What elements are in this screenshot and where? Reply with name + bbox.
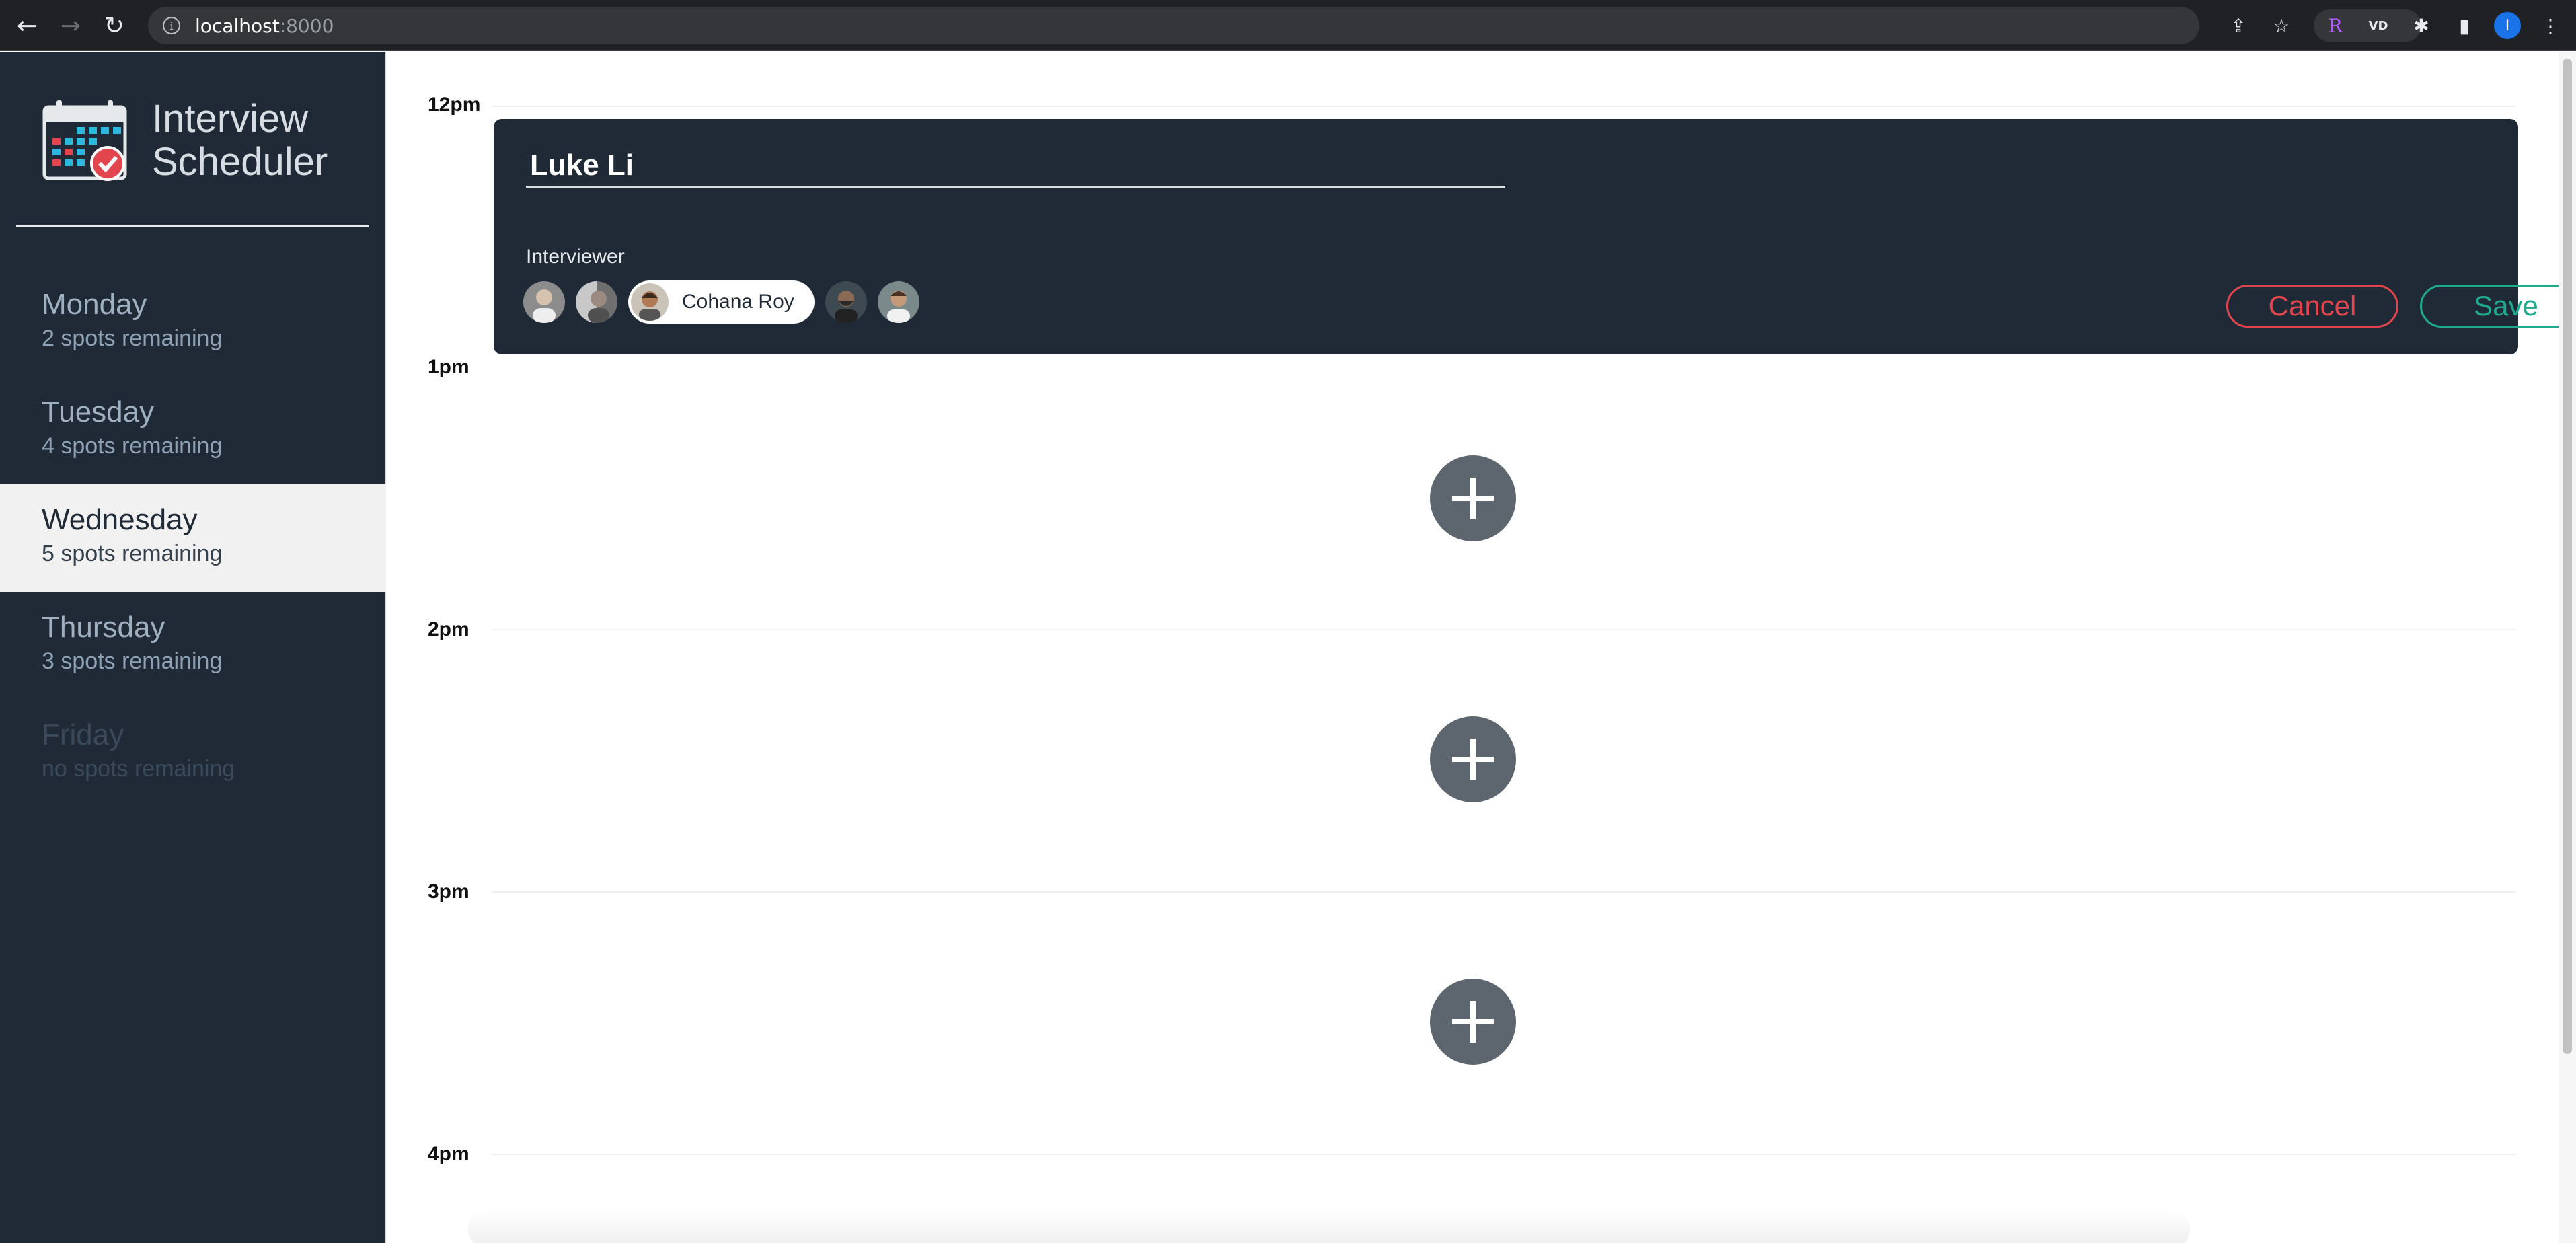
- day-name: Thursday: [42, 611, 165, 644]
- hour-divider: [492, 629, 2516, 630]
- address-bar[interactable]: i localhost:8000: [148, 7, 2199, 44]
- sidebar-divider: [16, 225, 369, 227]
- forward-icon[interactable]: →: [50, 0, 91, 51]
- interviewer-item-selected[interactable]: Cohana Roy: [628, 280, 815, 324]
- hour-label-12pm: 12pm: [428, 93, 481, 116]
- hour-divider: [492, 1154, 2516, 1155]
- day-spots: 3 spots remaining: [42, 648, 223, 674]
- day-name: Monday: [42, 288, 147, 321]
- plus-icon: [1452, 1001, 1494, 1043]
- day-item-tuesday[interactable]: Tuesday 4 spots remaining: [0, 377, 386, 484]
- hour-label-3pm: 3pm: [428, 880, 469, 903]
- browser-menu-icon[interactable]: ⋮: [2537, 12, 2564, 39]
- day-spots: 4 spots remaining: [42, 433, 223, 459]
- student-name-input[interactable]: [526, 145, 1505, 188]
- interviewer-list: Cohana Roy: [523, 280, 919, 324]
- app-title-line2: Scheduler: [152, 140, 328, 184]
- extension-r-icon[interactable]: R: [2322, 12, 2349, 39]
- day-spots: 5 spots remaining: [42, 541, 223, 566]
- profile-avatar[interactable]: I: [2494, 12, 2521, 39]
- day-spots: no spots remaining: [42, 756, 235, 782]
- interviewer-avatar[interactable]: [825, 281, 867, 323]
- browser-toolbar: ← → ↻ i localhost:8000 ⇪ ☆ R VD ✱ ▮ I ⋮: [0, 0, 2576, 51]
- hour-label-1pm: 1pm: [428, 356, 469, 378]
- interviewer-avatar[interactable]: [877, 281, 919, 323]
- hour-divider: [492, 891, 2516, 893]
- sidebar: Interview Scheduler Monday 2 spots remai…: [0, 52, 386, 1243]
- day-name: Tuesday: [42, 396, 155, 428]
- hour-divider: [492, 106, 2516, 107]
- side-panel-icon[interactable]: ▮: [2451, 12, 2478, 39]
- day-name: Wednesday: [42, 503, 198, 536]
- hour-label-2pm: 2pm: [428, 618, 469, 640]
- appointment-form: Interviewer Cohana Roy Cancel Save: [494, 119, 2576, 354]
- hour-label-4pm: 4pm: [428, 1143, 469, 1165]
- reload-icon[interactable]: ↻: [94, 0, 135, 51]
- bookmark-star-icon[interactable]: ☆: [2268, 12, 2295, 39]
- site-info-icon[interactable]: i: [163, 17, 180, 34]
- add-appointment-button[interactable]: [1430, 455, 1516, 541]
- next-slot-preview: [468, 1209, 2190, 1243]
- vertical-scrollbar[interactable]: [2559, 52, 2576, 1243]
- extensions-puzzle-icon[interactable]: ✱: [2408, 12, 2435, 39]
- day-item-thursday[interactable]: Thursday 3 spots remaining: [0, 592, 386, 700]
- day-name: Friday: [42, 718, 124, 751]
- share-icon[interactable]: ⇪: [2225, 12, 2252, 39]
- interviewer-label: Interviewer: [526, 246, 625, 268]
- interviewer-avatar[interactable]: [523, 281, 565, 323]
- app-title-line1: Interview: [152, 97, 309, 141]
- extension-vd-icon[interactable]: VD: [2365, 12, 2392, 39]
- day-item-friday[interactable]: Friday no spots remaining: [0, 700, 386, 807]
- day-spots: 2 spots remaining: [42, 326, 223, 351]
- add-appointment-button[interactable]: [1430, 716, 1516, 802]
- url-port: :8000: [279, 14, 334, 37]
- scrollbar-thumb[interactable]: [2563, 59, 2572, 1054]
- day-item-monday[interactable]: Monday 2 spots remaining: [0, 269, 386, 377]
- interviewer-avatar: [631, 283, 669, 321]
- app-title: Interview Scheduler: [152, 98, 328, 184]
- plus-icon: [1452, 478, 1494, 519]
- schedule-panel: 12pm Interviewer Cohana Roy: [387, 52, 2576, 1243]
- interviewer-avatar[interactable]: [576, 281, 617, 323]
- day-item-wednesday[interactable]: Wednesday 5 spots remaining: [0, 484, 386, 592]
- save-button[interactable]: Save: [2420, 285, 2576, 328]
- add-appointment-button[interactable]: [1430, 979, 1516, 1065]
- back-icon[interactable]: ←: [7, 0, 47, 51]
- url-host: localhost: [195, 14, 280, 37]
- cancel-button[interactable]: Cancel: [2226, 285, 2398, 328]
- calendar-logo-icon: [42, 100, 127, 181]
- plus-icon: [1452, 739, 1494, 780]
- interviewer-name: Cohana Roy: [682, 291, 794, 313]
